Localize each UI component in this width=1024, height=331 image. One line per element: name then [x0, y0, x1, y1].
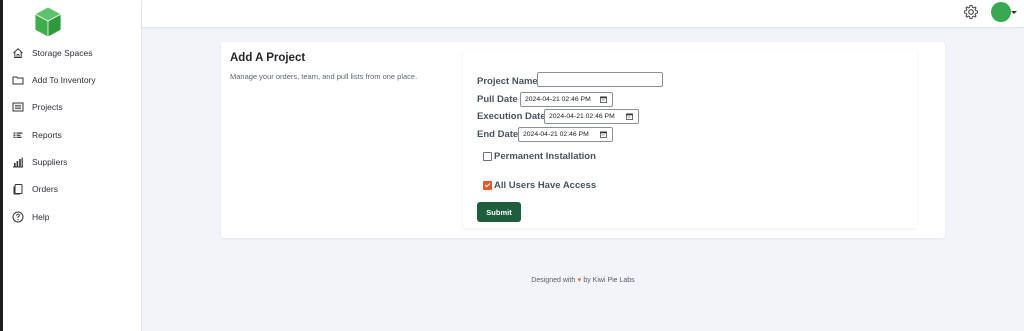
submit-button[interactable]: Submit — [477, 202, 521, 222]
gear-icon[interactable] — [963, 4, 979, 20]
permanent-installation-label: Permanent Installation — [494, 151, 596, 162]
project-form: Project Name Pull Date 2024-04-21 02:46 … — [463, 50, 917, 228]
pull-date-input[interactable]: 2024-04-21 02:46 PM — [520, 92, 613, 107]
help-icon — [11, 210, 25, 224]
chevron-down-icon[interactable] — [1011, 11, 1017, 14]
page-subtitle: Manage your orders, team, and pull lists… — [230, 72, 418, 81]
sidebar-item-label: Projects — [32, 102, 63, 112]
project-name-label: Project Name — [477, 76, 538, 87]
sidebar-item-storage-spaces[interactable]: Storage Spaces — [3, 42, 141, 64]
footer-suffix: by Kiwi Pie Labs — [583, 277, 635, 284]
sidebar-item-label: Help — [32, 212, 50, 222]
sidebar-item-add-to-inventory[interactable]: Add To Inventory — [3, 69, 141, 91]
sidebar-item-label: Reports — [32, 130, 62, 140]
sidebar-item-projects[interactable]: Projects — [3, 96, 141, 118]
avatar[interactable] — [991, 2, 1011, 22]
all-users-access-label: All Users Have Access — [494, 180, 597, 191]
calendar-icon[interactable] — [600, 131, 607, 138]
heart-icon: ♥ — [577, 277, 582, 284]
execution-date-input[interactable]: 2024-04-21 02:46 PM — [544, 109, 639, 124]
sidebar-item-label: Orders — [32, 184, 58, 194]
sidebar-item-label: Suppliers — [32, 157, 68, 167]
end-date-value: 2024-04-21 02:46 PM — [523, 131, 589, 138]
bars-icon — [11, 128, 25, 142]
chart-icon — [11, 155, 25, 169]
top-bar — [142, 0, 1024, 28]
sidebar-item-reports[interactable]: Reports — [3, 124, 141, 146]
sidebar: Storage Spaces Add To Inventory Projects… — [3, 0, 142, 331]
all-users-access-checkbox[interactable]: All Users Have Access — [483, 180, 596, 191]
page-title: Add A Project — [230, 52, 306, 64]
checkbox-unchecked[interactable] — [483, 152, 492, 161]
home-icon — [11, 46, 25, 60]
sidebar-item-suppliers[interactable]: Suppliers — [3, 151, 141, 173]
folder-icon — [11, 73, 25, 87]
project-name-input[interactable] — [537, 72, 663, 87]
footer-prefix: Designed with — [531, 277, 576, 284]
sidebar-item-label: Storage Spaces — [32, 48, 93, 58]
pull-date-value: 2024-04-21 02:46 PM — [525, 96, 591, 103]
sidebar-item-label: Add To Inventory — [32, 75, 96, 85]
permanent-installation-checkbox[interactable]: Permanent Installation — [483, 151, 596, 162]
execution-date-label: Execution Date — [477, 111, 546, 122]
pull-date-label: Pull Date — [477, 94, 518, 105]
list-icon — [11, 100, 25, 114]
sidebar-item-help[interactable]: Help — [3, 206, 141, 228]
copy-icon — [11, 182, 25, 196]
execution-date-value: 2024-04-21 02:46 PM — [549, 113, 615, 120]
end-date-input[interactable]: 2024-04-21 02:46 PM — [518, 127, 613, 142]
calendar-icon[interactable] — [626, 113, 633, 120]
footer: Designed with ♥ by Kiwi Pie Labs — [142, 277, 1024, 284]
sidebar-item-orders[interactable]: Orders — [3, 178, 141, 200]
logo-cube-icon[interactable] — [34, 6, 62, 38]
checkbox-checked[interactable] — [483, 181, 492, 190]
add-project-card: Add A Project Manage your orders, team, … — [221, 42, 945, 238]
calendar-icon[interactable] — [600, 96, 607, 103]
end-date-label: End Date — [477, 129, 519, 140]
